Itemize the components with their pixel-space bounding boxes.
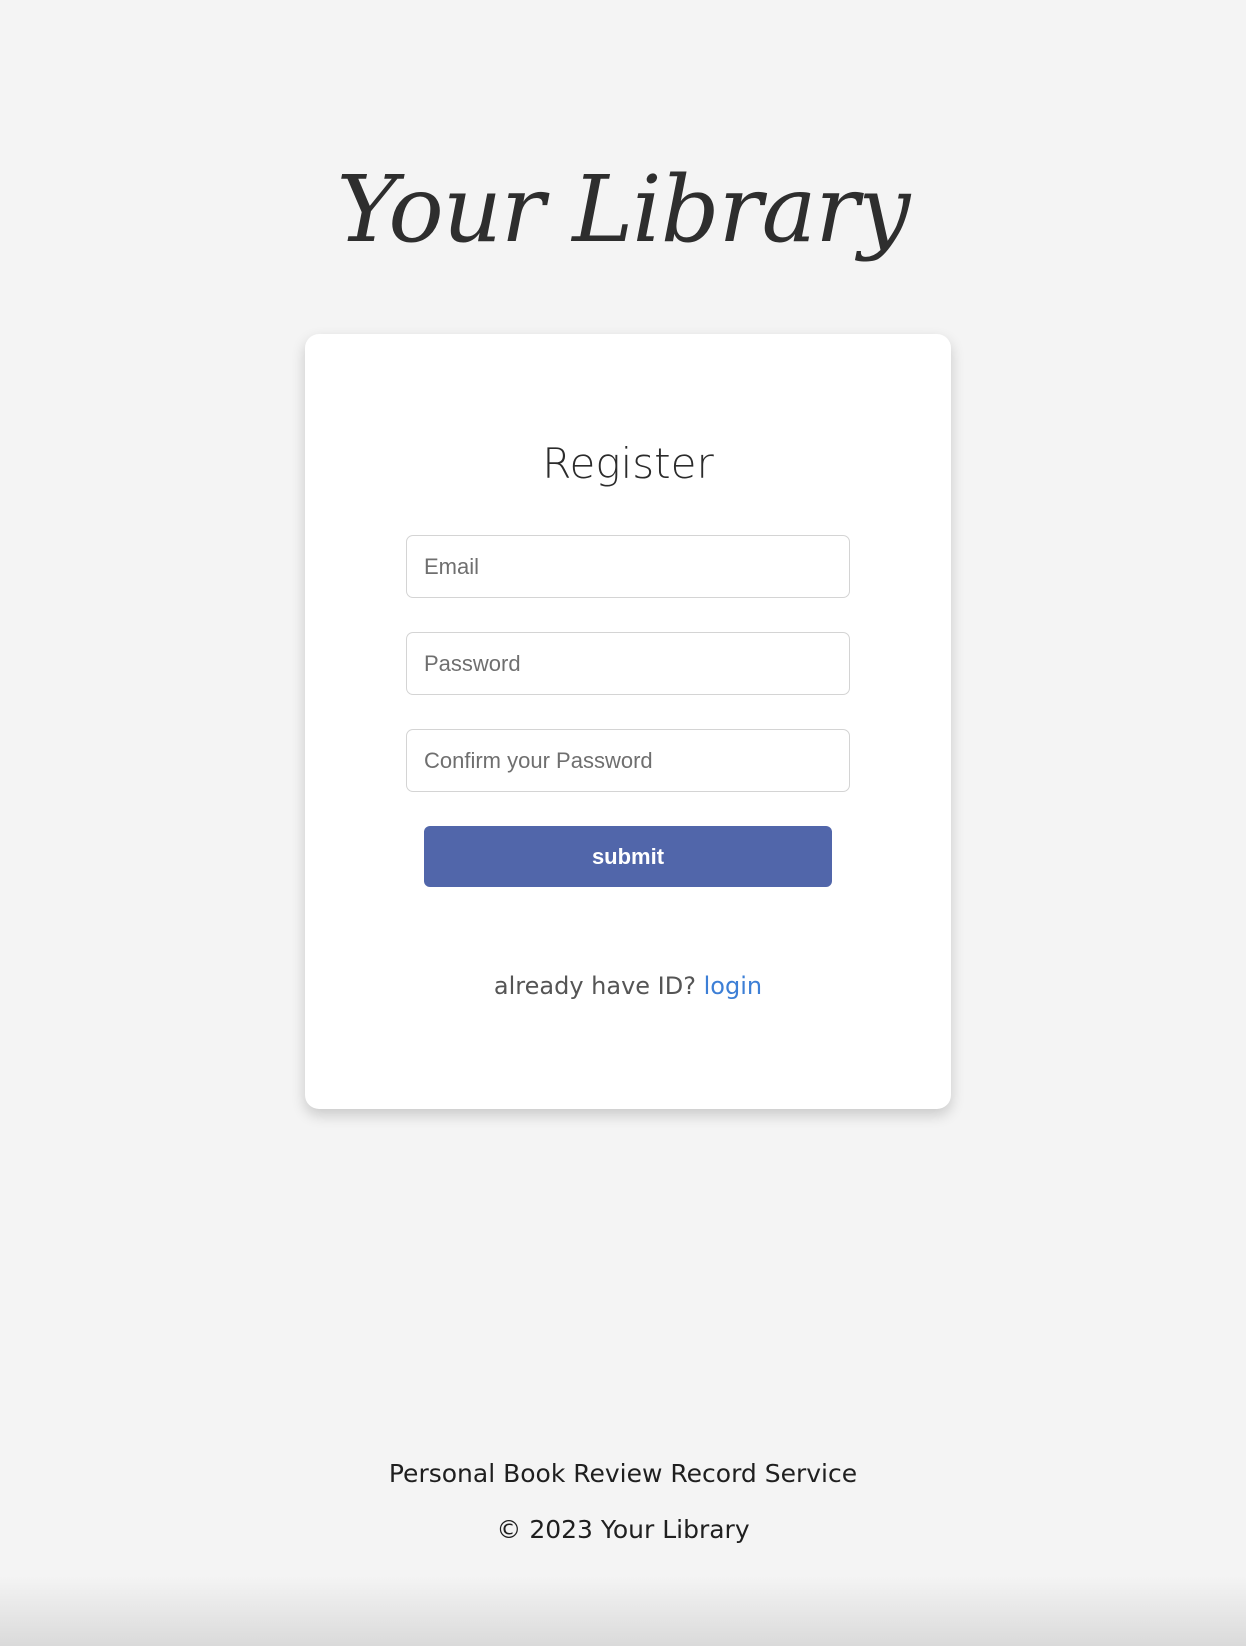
password-input[interactable]	[406, 632, 850, 695]
login-prompt-line: already have ID? login	[305, 970, 951, 1002]
confirm-password-input[interactable]	[406, 729, 850, 792]
logo: Your Library	[336, 156, 911, 263]
login-prompt-text: already have ID?	[493, 972, 696, 1000]
register-card: Register submit already have ID? login	[305, 334, 951, 1109]
page-title: Register	[542, 439, 714, 488]
bottom-fade	[0, 1576, 1246, 1646]
submit-button[interactable]: submit	[424, 826, 832, 887]
login-link[interactable]: login	[704, 972, 762, 1000]
footer-tagline: Personal Book Review Record Service	[388, 1459, 858, 1488]
email-input[interactable]	[406, 535, 850, 598]
footer-copyright: © 2023 Your Library	[496, 1515, 750, 1544]
